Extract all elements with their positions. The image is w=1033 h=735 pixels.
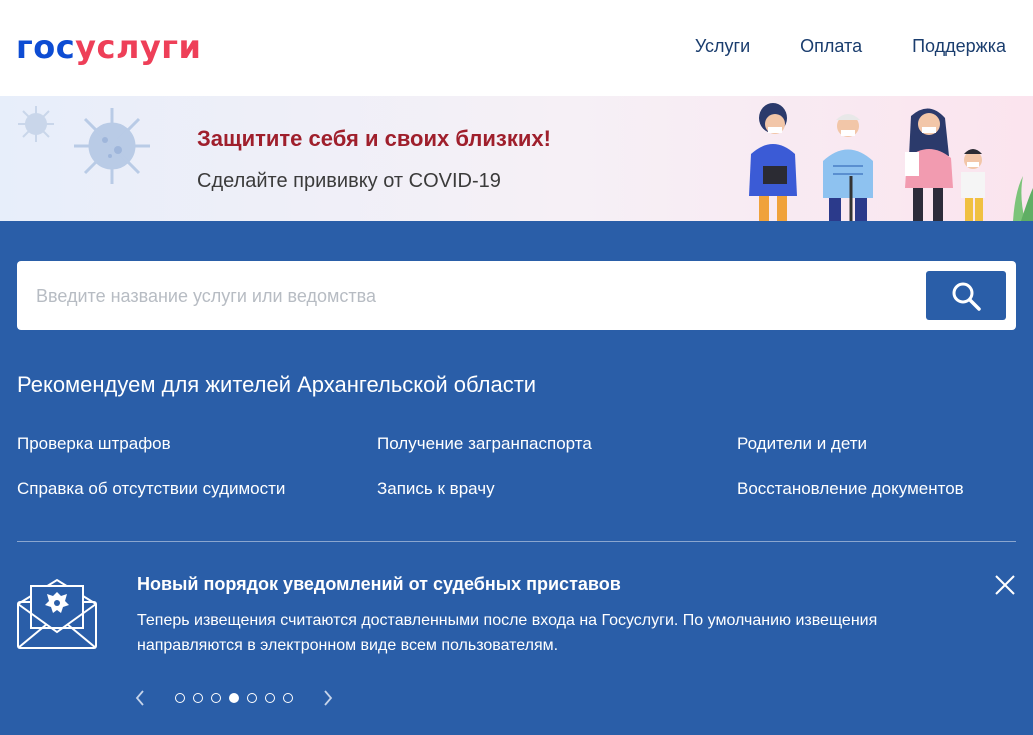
carousel-dot[interactable] — [193, 693, 203, 703]
carousel-dot[interactable] — [229, 693, 239, 703]
notice-title: Новый порядок уведомлений от судебных пр… — [137, 574, 621, 594]
carousel-dot[interactable] — [247, 693, 257, 703]
gosuslugi-logo[interactable]: госуслуги — [16, 28, 201, 66]
top-nav: Услуги Оплата Поддержка — [695, 36, 1006, 57]
carousel-dots — [175, 693, 293, 703]
banner-subtitle: Сделайте прививку от COVID-19 — [197, 170, 501, 192]
search-button[interactable] — [926, 271, 1006, 320]
banner-title: Защитите себя и своих близких! — [197, 126, 551, 151]
carousel-dot[interactable] — [283, 693, 293, 703]
search-icon — [952, 282, 981, 311]
nav-services[interactable]: Услуги — [695, 36, 750, 57]
carousel-pager — [133, 688, 335, 708]
recommendations-title: Рекомендуем для жителей Архангельской об… — [17, 372, 537, 397]
link-doctor-appointment[interactable]: Запись к врачу — [377, 479, 495, 499]
virus-illustration-small — [18, 106, 54, 142]
logo-part-gos: гос — [16, 28, 76, 66]
envelope-emblem-icon — [17, 578, 97, 649]
close-icon[interactable] — [993, 573, 1017, 597]
carousel-dot[interactable] — [211, 693, 221, 703]
section-divider — [17, 541, 1016, 542]
site-header: госуслуги Услуги Оплата Поддержка — [0, 0, 1033, 96]
virus-illustration-large — [74, 108, 150, 184]
carousel-dot[interactable] — [265, 693, 275, 703]
nav-payment[interactable]: Оплата — [800, 36, 862, 57]
nav-support[interactable]: Поддержка — [912, 36, 1006, 57]
link-check-fines[interactable]: Проверка штрафов — [17, 434, 171, 454]
vaccinated-people-illustration — [749, 103, 1033, 221]
carousel-next-button[interactable] — [321, 688, 335, 708]
link-passport[interactable]: Получение загранпаспорта — [377, 434, 592, 454]
chevron-left-icon — [135, 690, 144, 706]
link-no-criminal-record[interactable]: Справка об отсутствии судимости — [17, 479, 285, 499]
logo-part-uslugi: услуги — [75, 28, 202, 66]
covid-banner[interactable]: Защитите себя и своих близких! Сделайте … — [0, 96, 1033, 221]
link-restore-documents[interactable]: Восстановление документов — [737, 479, 964, 499]
carousel-dot[interactable] — [175, 693, 185, 703]
chevron-right-icon — [324, 690, 333, 706]
search-bar — [17, 261, 1016, 332]
carousel-prev-button[interactable] — [133, 688, 147, 708]
search-input[interactable] — [17, 261, 918, 332]
notice-text: Теперь извещения считаются доставленными… — [137, 612, 878, 654]
link-parents-children[interactable]: Родители и дети — [737, 434, 867, 454]
